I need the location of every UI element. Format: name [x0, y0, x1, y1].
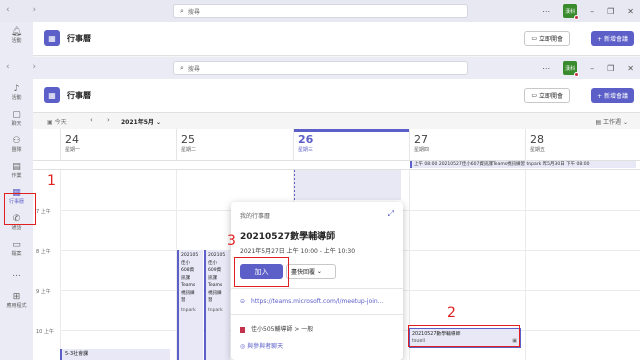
nav-arrows[interactable]: ‹ ›	[6, 62, 46, 72]
link-icon: ⊝	[240, 298, 246, 305]
search-input[interactable]: ⌕ 搜尋	[173, 61, 468, 75]
rail-item-activity[interactable]: ♪ 活動	[0, 79, 33, 105]
chat-icon: ◎	[240, 343, 246, 350]
page-title: 行事曆	[67, 91, 91, 100]
today-button[interactable]: ▣ 今天	[47, 117, 67, 126]
calendar-event[interactable]: 202105 佳小 608資 訊課 Teams 視訊練習 tnpark	[177, 250, 203, 360]
day-headers: 24 星期一 25 星期二 26 星期三 27 星期四 28 星期五	[33, 129, 640, 161]
popup-calendar-name: 我的行事曆	[240, 213, 271, 220]
calendar-toolbar: ▣ 今天 ‹ › 2021年5月 ⌄ ▤ 工作週 ⌄	[33, 113, 640, 129]
bell-icon: 🔔︎	[10, 26, 23, 37]
files-icon: ▭	[12, 239, 21, 250]
video-icon: ▭	[531, 92, 538, 99]
header: ▦ 行事曆 ▭ 立即開會 + 新增會議	[33, 79, 640, 113]
calendar-icon: ▦	[44, 30, 60, 46]
channel-icon	[240, 326, 245, 333]
popup-datetime: 2021年5月27日 上午 10:00 - 上午 10:30	[240, 248, 356, 255]
today-indicator	[294, 129, 410, 132]
day-header[interactable]: 24 星期一	[60, 129, 176, 161]
chat-icon: ▢	[12, 109, 21, 120]
teams-icon: ⚇	[12, 135, 21, 146]
hour-label: 10 上午	[36, 329, 54, 335]
title-bar: ‹ › ⌕ 搜尋 ⋯ 漢科 – ❐ ✕	[0, 57, 640, 79]
calendar-event[interactable]: 5-3社會課	[60, 349, 170, 360]
hour-label: 9 上午	[36, 289, 51, 295]
rail-item-teams[interactable]: ⚇ 團隊	[0, 131, 33, 157]
page-title-top: 行事曆	[67, 34, 91, 43]
day-header[interactable]: 25 星期二	[176, 129, 293, 161]
apps-icon: ⊞	[12, 291, 21, 302]
meet-now-button[interactable]: ▭ 立即開會	[524, 88, 570, 103]
expand-icon[interactable]: ⤢	[388, 209, 394, 219]
hour-label: 8 上午	[36, 249, 51, 255]
assignments-icon: ▤	[12, 161, 21, 172]
day-header[interactable]: 28 星期五	[525, 129, 640, 161]
maximize-icon[interactable]: ❐	[607, 64, 614, 73]
header-top: ▦ 行事曆 ▭ 立即開會 + 新增會議	[33, 22, 640, 56]
search-icon: ⌕	[180, 6, 184, 15]
more-icon[interactable]: ⋯	[542, 7, 550, 16]
view-switcher[interactable]: ▤ 工作週 ⌄	[595, 117, 628, 126]
rail-item-chat[interactable]: ▢ 聊天	[0, 105, 33, 131]
day-header-today[interactable]: 26 星期三	[293, 129, 410, 161]
app-rail-top: 🔔︎ 活動	[0, 22, 33, 57]
minimize-icon[interactable]: –	[590, 64, 594, 73]
calendar-icon: ▦	[44, 87, 60, 103]
window-controls: ⋯ 漢科 – ❐ ✕	[542, 61, 634, 77]
more-icon[interactable]: ⋯	[542, 64, 550, 73]
rail-item-files[interactable]: ▭ 檔案	[0, 235, 33, 261]
day-header[interactable]: 27 星期四	[409, 129, 525, 161]
month-picker[interactable]: 2021年5月 ⌄	[121, 117, 161, 126]
rail-item-apps[interactable]: ⊞ 應用程式	[0, 287, 33, 313]
chat-with-participants[interactable]: ◎ 與參與者聊天	[240, 341, 283, 350]
hour-label: 7 上午	[36, 209, 51, 215]
new-meeting-button-top[interactable]: + 新增會議	[591, 31, 634, 46]
title-bar-top: ‹ › ⌕ 搜尋 ⋯ 漢科 – ❐ ✕	[0, 0, 640, 22]
bell-icon: ♪	[13, 83, 20, 94]
rsvp-dropdown[interactable]: 盡快回覆 ⌄	[286, 264, 336, 279]
annotation-box-calendar	[4, 193, 36, 225]
rail-item-activity-top[interactable]: 🔔︎ 活動	[0, 22, 33, 48]
channel-link[interactable]: 佳小505輔導師 > 一般	[240, 324, 313, 333]
annotation-label: 3	[227, 233, 236, 249]
search-icon: ⌕	[180, 63, 184, 72]
week-nav-arrows[interactable]: ‹ ›	[90, 116, 116, 124]
popup-title: 20210527數學輔導師	[240, 232, 336, 242]
meet-now-button-top[interactable]: ▭ 立即開會	[524, 31, 570, 46]
maximize-icon[interactable]: ❐	[607, 7, 614, 16]
rail-item-more[interactable]: ...	[0, 261, 33, 287]
avatar[interactable]: 漢科	[563, 4, 580, 20]
new-meeting-button[interactable]: + 新增會議	[591, 88, 634, 103]
annotation-box-event	[408, 325, 520, 347]
rail-item-assignments[interactable]: ▤ 作業	[0, 157, 33, 183]
close-icon[interactable]: ✕	[627, 7, 634, 16]
annotation-box-join	[234, 257, 289, 287]
minimize-icon[interactable]: –	[590, 7, 594, 16]
search-input-top[interactable]: ⌕ 搜尋	[173, 4, 468, 18]
all-day-event[interactable]: 上午 08:00 20210527佳小607資訊課Teams視訊練習 tnpar…	[410, 161, 636, 168]
nav-arrows[interactable]: ‹ ›	[6, 5, 46, 15]
annotation-label: 2	[447, 305, 456, 321]
more-icon: ...	[12, 269, 21, 279]
meeting-link[interactable]: ⊝ https://teams.microsoft.com/l/meetup-jo…	[240, 298, 383, 305]
avatar[interactable]: 漢科	[563, 61, 580, 77]
window-controls-top: ⋯ 漢科 – ❐ ✕	[542, 4, 634, 20]
close-icon[interactable]: ✕	[627, 64, 634, 73]
calendar-event[interactable]: 202105 佳小 609資 訊課 Teams 視訊練習 tnpark	[204, 250, 230, 360]
annotation-label: 1	[47, 173, 56, 189]
today-column-shade	[293, 170, 401, 200]
